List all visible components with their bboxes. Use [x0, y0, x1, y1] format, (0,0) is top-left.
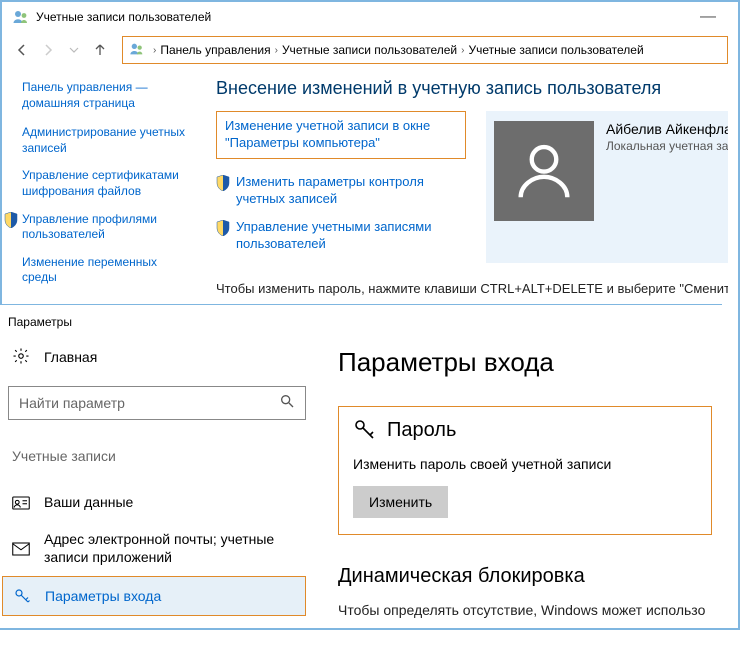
cp-highlight-link[interactable]: Изменение учетной записи в окне "Парамет… [216, 111, 466, 159]
person-card-icon [12, 496, 30, 510]
breadcrumb-item[interactable]: Панель управления [160, 43, 270, 57]
settings-main: Параметры входа Пароль Изменить пароль с… [314, 347, 722, 628]
change-password-button[interactable]: Изменить [353, 486, 448, 518]
breadcrumb-item[interactable]: Учетные записи пользователей [468, 43, 643, 57]
cp-action-link[interactable]: Управление учетными записями пользовател… [216, 218, 466, 253]
users-icon [129, 41, 145, 60]
key-icon [353, 417, 377, 444]
settings-window: Параметры Главная Учетные записи [0, 304, 722, 628]
chevron-right-icon: › [153, 45, 156, 56]
cp-main: Внесение изменений в учетную запись поль… [202, 74, 728, 304]
settings-sidebar: Главная Учетные записи Ваши данные [0, 347, 314, 628]
mail-icon [12, 542, 30, 556]
cp-side-link-label: Управление сертификатами шифрования файл… [22, 168, 192, 199]
cp-action-link-label: Изменить параметры контроля учетных запи… [236, 173, 466, 208]
minimize-button[interactable]: — [688, 8, 728, 26]
shield-icon [216, 175, 230, 196]
key-icon [13, 587, 31, 605]
password-section: Пароль Изменить пароль своей учетной зап… [338, 406, 712, 535]
current-user-tile: Айбелив Айкенфлае Локальная учетная запи… [486, 111, 728, 263]
dynamic-lock-desc: Чтобы определять отсутствие, Windows мож… [338, 602, 712, 618]
cp-side-link[interactable]: Изменение переменных среды [22, 255, 192, 286]
settings-home-label: Главная [44, 349, 97, 365]
cp-side-link[interactable]: Управление сертификатами шифрования файл… [22, 168, 192, 199]
nav-item-your-info[interactable]: Ваши данные [8, 484, 306, 522]
breadcrumb[interactable]: › Панель управления › Учетные записи пол… [122, 36, 728, 64]
avatar [494, 121, 594, 221]
search-input[interactable] [8, 386, 306, 420]
back-button[interactable] [12, 40, 32, 60]
chevron-right-icon: › [275, 45, 278, 56]
forward-button[interactable] [38, 40, 58, 60]
nav-item-label: Ваши данные [44, 494, 133, 512]
shield-icon [216, 220, 230, 241]
cp-side-link[interactable]: Администрирование учетных записей [22, 125, 192, 156]
cp-sidebar: Панель управления — домашняя страница Ад… [12, 74, 202, 304]
cp-side-link-label: Изменение переменных среды [22, 255, 192, 286]
password-desc: Изменить пароль своей учетной записи [353, 456, 697, 472]
cp-side-link[interactable]: Управление профилями пользователей [4, 212, 192, 243]
password-title: Пароль [387, 419, 456, 442]
settings-window-title: Параметры [0, 305, 722, 347]
cp-home-link[interactable]: Панель управления — домашняя страница [22, 80, 192, 111]
cp-side-link-label: Администрирование учетных записей [22, 125, 192, 156]
user-name: Айбелив Айкенфлае [606, 121, 728, 137]
nav-item-email-accounts[interactable]: Адрес электронной почты; учетные записи … [8, 521, 306, 576]
nav-item-label: Параметры входа [45, 588, 161, 606]
breadcrumb-item[interactable]: Учетные записи пользователей [282, 43, 457, 57]
cp-action-link-label: Управление учетными записями пользовател… [236, 218, 466, 253]
up-button[interactable] [90, 40, 110, 60]
search-icon [279, 393, 295, 412]
cp-password-notice: Чтобы изменить пароль, нажмите клавиши C… [216, 281, 728, 298]
search-field[interactable] [19, 395, 279, 411]
cp-side-link-label: Управление профилями пользователей [22, 212, 192, 243]
nav-item-signin-options[interactable]: Параметры входа [2, 576, 306, 616]
users-icon [12, 8, 30, 26]
shield-icon [4, 212, 18, 233]
user-account-type: Локальная учетная запись [606, 139, 728, 153]
control-panel-window: Учетные записи пользователей — › Панель [2, 2, 738, 304]
settings-home[interactable]: Главная [8, 347, 306, 368]
cp-navbar: › Панель управления › Учетные записи пол… [2, 32, 738, 74]
dropdown-history-icon[interactable] [64, 40, 84, 60]
cp-window-title: Учетные записи пользователей [36, 10, 688, 24]
cp-action-link[interactable]: Изменить параметры контроля учетных запи… [216, 173, 466, 208]
dynamic-lock-title: Динамическая блокировка [338, 565, 712, 588]
cp-heading: Внесение изменений в учетную запись поль… [216, 78, 728, 99]
settings-section-title: Учетные записи [8, 448, 306, 464]
chevron-right-icon: › [461, 45, 464, 56]
settings-main-heading: Параметры входа [338, 347, 712, 378]
nav-item-label: Адрес электронной почты; учетные записи … [44, 531, 302, 566]
gear-icon [12, 347, 30, 368]
cp-titlebar: Учетные записи пользователей — [2, 2, 738, 32]
